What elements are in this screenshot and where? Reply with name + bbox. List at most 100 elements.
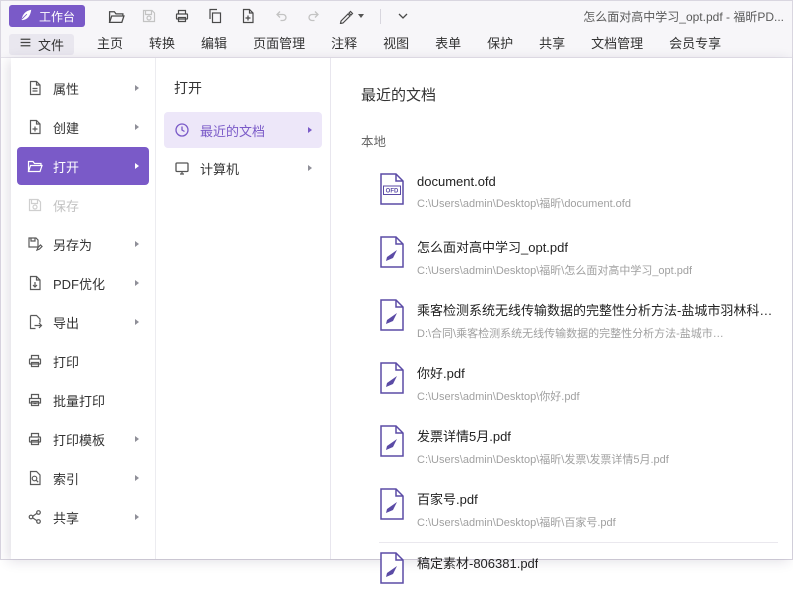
quill-icon [19, 8, 33, 25]
properties-icon [27, 80, 43, 96]
doc-name: 怎么面对高中学习_opt.pdf [417, 237, 692, 256]
recent-doc-item[interactable]: 百家号.pdf C:\Users\admin\Desktop\福昕\百家号.pd… [379, 479, 778, 542]
submenu-arrow-icon [135, 475, 139, 481]
customize-toolbar-button[interactable] [388, 4, 418, 28]
submenu-arrow-icon [308, 165, 312, 171]
file-menu-item-index[interactable]: 索引 [17, 459, 149, 497]
save-button[interactable] [134, 4, 164, 28]
file-menu-item-label: 创建 [53, 118, 79, 137]
copy-icon [207, 8, 223, 24]
tab-protect[interactable]: 保护 [474, 31, 526, 57]
index-icon [27, 470, 43, 486]
toolbar-divider [380, 9, 381, 24]
recent-documents-list: OFD document.ofd C:\Users\admin\Desktop\… [379, 164, 778, 606]
save-as-icon [27, 236, 43, 252]
recent-documents-label: 最近的文档 [200, 121, 265, 140]
redo-icon [306, 8, 322, 24]
tab-convert[interactable]: 转换 [136, 31, 188, 57]
file-menu-item-label: 索引 [53, 469, 79, 488]
recent-panel-title: 最近的文档 [361, 84, 778, 105]
computer-item[interactable]: 计算机 [164, 150, 322, 186]
file-menu-overlay: 属性 创建 打开 保存 另存为 [11, 58, 792, 559]
file-menu-item-save-as[interactable]: 另存为 [17, 225, 149, 263]
recent-doc-item[interactable]: 你好.pdf C:\Users\admin\Desktop\你好.pdf [379, 353, 778, 416]
file-menu-item-pdf-optimize[interactable]: PDF优化 [17, 264, 149, 302]
open-icon [27, 158, 43, 174]
redo-button[interactable] [299, 4, 329, 28]
tab-form[interactable]: 表单 [422, 31, 474, 57]
chevron-down-icon [394, 9, 412, 23]
doc-name: 百家号.pdf [417, 489, 616, 508]
file-menu-item-share[interactable]: 共享 [17, 498, 149, 536]
file-menu-item-open[interactable]: 打开 [17, 147, 149, 185]
doc-path: C:\Users\admin\Desktop\福昕\document.ofd [417, 195, 631, 211]
file-menu-item-label: PDF优化 [53, 274, 105, 293]
recent-doc-item[interactable]: OFD document.ofd C:\Users\admin\Desktop\… [379, 164, 778, 227]
recent-doc-item[interactable]: 稿定素材-806381.pdf [379, 542, 778, 606]
tab-comment[interactable]: 注释 [318, 31, 370, 57]
app-window: 工作台 怎么面对高中学习_opt.pdf [0, 0, 793, 560]
share-icon [27, 509, 43, 525]
file-menu-item-label: 属性 [53, 79, 79, 98]
print-icon [174, 8, 190, 24]
open-file-button[interactable] [101, 4, 131, 28]
undo-button[interactable] [266, 4, 296, 28]
tab-member[interactable]: 会员专享 [656, 31, 734, 57]
pen-tool-button[interactable] [332, 4, 370, 28]
recent-documents-item[interactable]: 最近的文档 [164, 112, 322, 148]
doc-path: D:\合同\乘客检测系统无线传输数据的完整性分析方法-盐城市… [417, 325, 778, 341]
print-button[interactable] [167, 4, 197, 28]
tab-page-organize[interactable]: 页面管理 [240, 31, 318, 57]
window-title: 怎么面对高中学习_opt.pdf - 福昕PD... [583, 8, 784, 25]
file-menu-item-properties[interactable]: 属性 [17, 69, 149, 107]
pdf-optimize-icon [27, 275, 43, 291]
local-section-label: 本地 [361, 131, 778, 150]
workspace-button[interactable]: 工作台 [9, 5, 85, 27]
submenu-arrow-icon [135, 280, 139, 286]
file-menu-item-save[interactable]: 保存 [17, 186, 149, 224]
save-icon [141, 8, 157, 24]
open-panel-header: 打开 [156, 58, 330, 110]
tab-share[interactable]: 共享 [526, 31, 578, 57]
file-menu-item-print-template[interactable]: 打印模板 [17, 420, 149, 458]
svg-text:OFD: OFD [386, 189, 399, 195]
tab-doc-manage[interactable]: 文档管理 [578, 31, 656, 57]
tab-view[interactable]: 视图 [370, 31, 422, 57]
tab-edit[interactable]: 编辑 [188, 31, 240, 57]
pdf-file-icon [379, 299, 405, 331]
submenu-arrow-icon [135, 124, 139, 130]
tab-home[interactable]: 主页 [84, 31, 136, 57]
file-menu-item-print[interactable]: 打印 [17, 342, 149, 380]
doc-name: 你好.pdf [417, 363, 580, 382]
pdf-file-icon [379, 236, 405, 268]
new-document-icon [240, 8, 256, 24]
create-icon [27, 119, 43, 135]
batch-print-icon [27, 392, 43, 408]
workspace-label: 工作台 [39, 8, 75, 25]
hamburger-icon [19, 36, 32, 52]
undo-icon [273, 8, 289, 24]
pdf-file-icon [379, 488, 405, 520]
export-icon [27, 314, 43, 330]
copy-button[interactable] [200, 4, 230, 28]
pen-tool-icon [338, 8, 354, 24]
recent-doc-item[interactable]: 怎么面对高中学习_opt.pdf C:\Users\admin\Desktop\… [379, 227, 778, 290]
print-icon [27, 353, 43, 369]
submenu-arrow-icon [135, 319, 139, 325]
file-menu-button[interactable]: 文件 [9, 34, 74, 55]
doc-name: 乘客检测系统无线传输数据的完整性分析方法-盐城市羽林科技… [417, 300, 778, 319]
create-pdf-button[interactable] [233, 4, 263, 28]
recent-documents-panel: 最近的文档 本地 OFD document.ofd C:\Users\admin… [331, 58, 792, 559]
recent-doc-item[interactable]: 乘客检测系统无线传输数据的完整性分析方法-盐城市羽林科技… D:\合同\乘客检测… [379, 290, 778, 353]
doc-path: C:\Users\admin\Desktop\你好.pdf [417, 388, 580, 404]
save-icon [27, 197, 43, 213]
file-menu-item-create[interactable]: 创建 [17, 108, 149, 146]
doc-name: document.ofd [417, 174, 631, 189]
doc-path: C:\Users\admin\Desktop\福昕\发票\发票详情5月.pdf [417, 451, 669, 467]
doc-name: 发票详情5月.pdf [417, 426, 669, 445]
file-menu-item-label: 共享 [53, 508, 79, 527]
file-menu-item-export[interactable]: 导出 [17, 303, 149, 341]
recent-doc-item[interactable]: 发票详情5月.pdf C:\Users\admin\Desktop\福昕\发票\… [379, 416, 778, 479]
pen-tool-dropdown-caret [358, 14, 364, 18]
file-menu-item-batch-print[interactable]: 批量打印 [17, 381, 149, 419]
